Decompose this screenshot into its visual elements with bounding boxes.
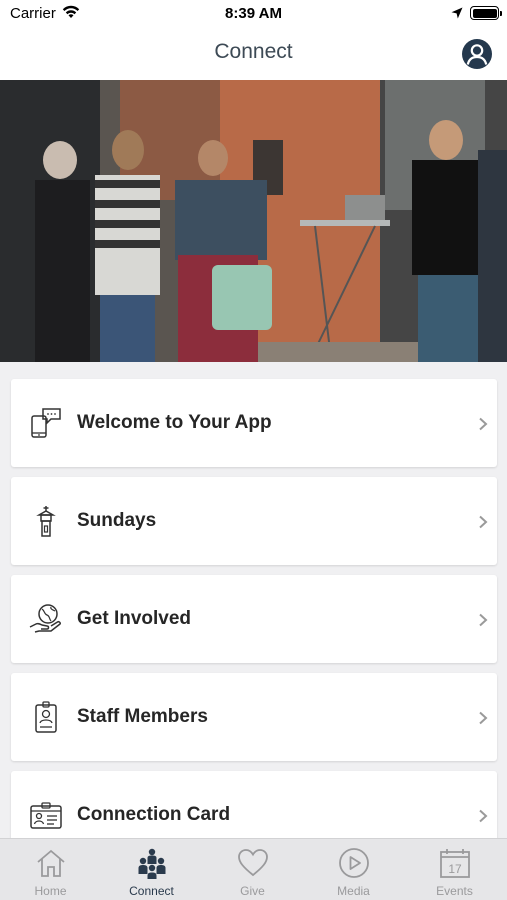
chevron-right-icon: [479, 613, 488, 627]
person-circle-icon: [466, 44, 488, 65]
nav-bar: Connect: [0, 28, 507, 80]
play-circle-icon: [339, 848, 369, 878]
menu-item-label: Welcome to Your App: [77, 412, 272, 433]
heart-icon: [238, 849, 268, 877]
hero-image: [0, 80, 507, 362]
tab-media[interactable]: Media: [303, 839, 404, 900]
hero-photo: [0, 80, 507, 362]
tab-connect[interactable]: Connect: [101, 839, 202, 900]
tab-label: Home: [34, 884, 67, 898]
people-icon: [138, 848, 166, 879]
tab-events[interactable]: 17 Events: [404, 839, 505, 900]
menu-item-get-involved[interactable]: Get Involved: [11, 575, 497, 663]
menu-item-welcome[interactable]: Welcome to Your App: [11, 379, 497, 467]
menu-item-label: Staff Members: [77, 706, 208, 727]
chevron-right-icon: [479, 417, 488, 431]
tab-bar: Home Connect Give Media 17 Events: [0, 838, 507, 900]
chevron-right-icon: [479, 515, 488, 529]
tab-home[interactable]: Home: [0, 839, 101, 900]
location-arrow-icon: [451, 7, 463, 19]
tab-label: Connect: [129, 884, 174, 898]
status-time: 8:39 AM: [225, 5, 282, 22]
profile-button[interactable]: [462, 39, 492, 69]
menu-item-staff-members[interactable]: Staff Members: [11, 673, 497, 761]
menu-item-label: Connection Card: [77, 804, 231, 825]
tab-label: Events: [436, 884, 473, 898]
menu-item-sundays[interactable]: Sundays: [11, 477, 497, 565]
globe-hand-icon: [29, 604, 61, 633]
tab-give[interactable]: Give: [202, 839, 303, 900]
status-bar: Carrier 8:39 AM: [0, 0, 507, 28]
tab-label: Media: [337, 884, 370, 898]
chevron-right-icon: [479, 809, 488, 823]
home-icon: [37, 849, 65, 877]
battery-icon: [470, 6, 502, 20]
calendar-day: 17: [448, 862, 462, 876]
menu-item-connection-card[interactable]: Connection Card: [11, 771, 497, 838]
menu-item-label: Sundays: [77, 510, 157, 531]
chevron-right-icon: [479, 711, 488, 725]
menu-list: Welcome to Your App Sundays Get Involved: [0, 362, 507, 838]
tab-label: Give: [240, 884, 265, 898]
id-badge-icon: [35, 701, 57, 733]
calendar-icon: 17: [440, 849, 470, 878]
phone-chat-icon: [31, 408, 61, 438]
page-title: Connect: [214, 40, 293, 63]
steeple-icon: [36, 506, 56, 537]
menu-item-label: Get Involved: [77, 608, 192, 629]
id-card-icon: [30, 802, 62, 829]
